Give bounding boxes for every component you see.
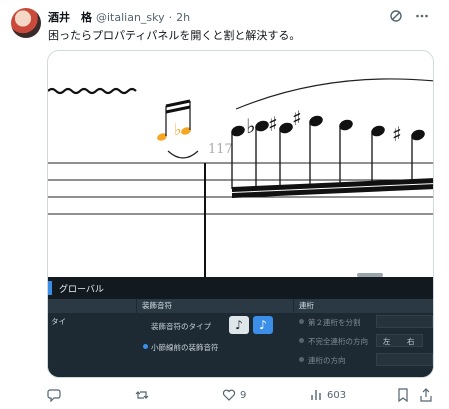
svg-text:♭: ♭ (246, 114, 255, 138)
column-beams: 連桁 第２連桁を分割 不完全連桁の方向 左 右 連桁の方向 (294, 299, 433, 377)
incomplete-direction-toggle[interactable] (299, 338, 304, 343)
tab-global[interactable]: グローバル (59, 282, 104, 295)
timestamp[interactable]: 2h (176, 11, 190, 24)
incomplete-direction-label: 不完全連桁の方向 (308, 337, 368, 346)
grace-before-barline-label: 小節線前の装飾音符 (151, 343, 219, 352)
share-button[interactable] (419, 388, 433, 402)
repost-button[interactable] (135, 388, 149, 402)
svg-text:♯: ♯ (292, 106, 302, 130)
bookmark-button[interactable] (396, 388, 410, 402)
repost-icon (135, 391, 149, 399)
phrase-slur (235, 78, 433, 110)
property-set-indicator[interactable] (143, 344, 148, 349)
tab-accent (48, 281, 52, 295)
trill-line (48, 87, 137, 95)
split-second-field[interactable] (376, 315, 433, 328)
bookmark-icon (398, 388, 408, 402)
more-icon[interactable] (415, 9, 429, 23)
display-name[interactable]: 酒井 格 (48, 9, 92, 25)
analytics-icon (311, 390, 321, 400)
flat-sign: ♭ (174, 120, 182, 139)
grace-type-label: 装飾音符のタイプ (151, 322, 211, 331)
music-score: ♭ 117 ♭ ♯ ♯ ♯ (48, 78, 433, 277)
views-button[interactable]: 603 (309, 388, 346, 402)
user-handle[interactable]: @italian_sky (96, 11, 165, 24)
tempo-fragment: 117 (208, 142, 233, 157)
reply-button[interactable] (47, 388, 61, 402)
like-count: 9 (240, 389, 247, 401)
media-attachment[interactable]: ♭ 117 ♭ ♯ ♯ ♯ グローバル タイ 装飾音符 装飾音符のタイプ ♪ ♪… (47, 50, 434, 378)
grace-type-appoggiatura-button[interactable]: ♪ (253, 316, 273, 334)
panel-group-bar: グローバル (48, 277, 433, 299)
column-tie: タイ (48, 299, 136, 377)
separator: · (168, 10, 173, 24)
tweet-header: 酒井 格 @italian_sky · 2h (48, 9, 437, 25)
beams-header: 連桁 (294, 299, 433, 313)
share-icon (420, 388, 432, 402)
tweet-text: 困ったらプロパティパネルを開くと割と解決する。 (48, 29, 301, 42)
direction-right-button[interactable]: 右 (407, 336, 415, 347)
view-count: 603 (327, 389, 347, 401)
like-button[interactable]: 9 (222, 388, 246, 402)
grace-notes-header: 装飾音符 (137, 299, 293, 313)
score-view[interactable]: ♭ 117 ♭ ♯ ♯ ♯ (48, 51, 433, 277)
split-second-toggle[interactable] (299, 319, 304, 324)
split-second-label: 第２連桁を分割 (308, 318, 361, 327)
heart-icon (222, 389, 236, 401)
svg-text:♯: ♯ (392, 122, 402, 146)
properties-panel: グローバル タイ 装飾音符 装飾音符のタイプ ♪ ♪ 小節線前の装飾音符 連桁 … (48, 277, 433, 377)
tie-label: タイ (51, 317, 66, 326)
grace-slur (167, 150, 199, 159)
beams (232, 178, 433, 198)
svg-text:♯: ♯ (268, 112, 278, 136)
avatar[interactable] (11, 8, 41, 38)
column-grace-notes: 装飾音符 装飾音符のタイプ ♪ ♪ 小節線前の装飾音符 (137, 299, 293, 377)
direction-left-button[interactable]: 左 (383, 336, 391, 347)
grace-type-acciaccatura-button[interactable]: ♪ (229, 316, 249, 334)
column-header (48, 299, 136, 313)
beam-direction-toggle[interactable] (299, 357, 304, 362)
grok-icon[interactable] (389, 9, 403, 23)
tweet-actions: 9 603 (47, 388, 434, 404)
beam-direction-label: 連桁の方向 (308, 356, 346, 365)
reply-icon (47, 389, 61, 402)
beam-direction-field[interactable] (376, 353, 433, 366)
